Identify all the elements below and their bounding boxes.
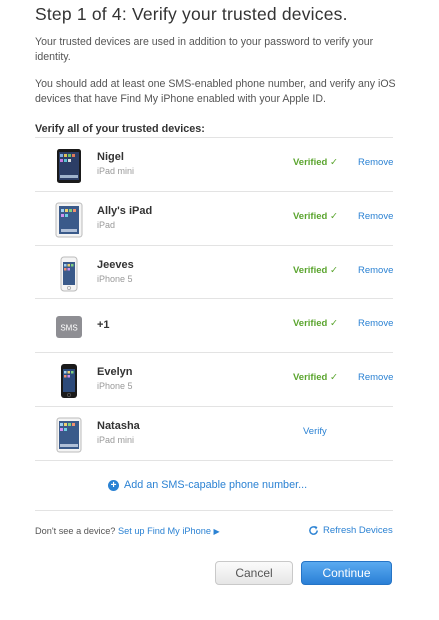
device-model: iPad mini	[97, 166, 135, 176]
device-name: Natasha	[97, 419, 140, 432]
devices-section-title: Verify all of your trusted devices:	[35, 123, 205, 135]
remove-link[interactable]: Remove	[358, 372, 393, 383]
refresh-label: Refresh Devices	[323, 525, 393, 536]
ipad-mini-white-icon	[55, 417, 83, 453]
device-model: iPad mini	[97, 434, 135, 445]
verified-status: Verified ✓	[293, 264, 338, 276]
device-row: SMS +1 Verified ✓ Remove	[35, 298, 393, 352]
intro-paragraph-2: You should add at least one SMS-enabled …	[35, 78, 396, 105]
footer-question-text: Don't see a device?	[35, 526, 116, 536]
intro-paragraph-1: Your trusted devices are used in additio…	[35, 36, 374, 63]
device-row: Ally's iPad iPad Verified ✓ Remove	[35, 190, 393, 245]
footer-divider	[35, 510, 393, 511]
device-row: Natasha iPad mini Verify	[35, 405, 393, 461]
remove-link[interactable]: Remove	[358, 318, 393, 329]
cancel-button[interactable]: Cancel	[215, 561, 293, 585]
verify-link[interactable]: Verify	[303, 426, 327, 437]
device-model: iPad	[97, 219, 116, 230]
triangle-right-icon: ▶	[213, 527, 220, 536]
device-row: Evelyn iPhone 5 Verified ✓ Remove	[35, 352, 393, 406]
iphone-black-icon	[55, 363, 83, 399]
device-name: Jeeves	[97, 258, 134, 271]
verified-status: Verified ✓	[293, 372, 338, 384]
svg-text:SMS: SMS	[60, 324, 77, 333]
sms-icon: SMS	[55, 309, 83, 345]
device-model: iPhone 5	[97, 273, 133, 284]
iphone-white-icon	[55, 256, 83, 292]
refresh-devices-link[interactable]: Refresh Devices	[308, 525, 393, 536]
device-row: Jeeves iPhone 5 Verified ✓ Remove	[35, 244, 393, 299]
device-name: Nigel	[97, 151, 124, 163]
device-name: Evelyn	[97, 366, 133, 379]
add-phone-link[interactable]: + Add an SMS-capable phone number...	[108, 479, 307, 491]
verified-status: Verified ✓	[293, 318, 338, 330]
footer-question: Don't see a device? Set up Find My iPhon…	[35, 526, 220, 536]
add-circle-icon: +	[108, 479, 119, 491]
ipad-white-icon	[55, 202, 83, 238]
device-name: Ally's iPad	[97, 204, 153, 217]
verified-status: Verified ✓	[293, 210, 338, 222]
refresh-icon	[309, 525, 318, 535]
device-name: +1	[97, 319, 110, 332]
setup-find-my-iphone-link[interactable]: Set up Find My iPhone	[118, 526, 211, 536]
remove-link[interactable]: Remove	[358, 265, 393, 276]
device-row: Nigel iPad mini Verified ✓ Remove	[35, 137, 393, 191]
continue-button[interactable]: Continue	[301, 561, 392, 585]
add-phone-label: Add an SMS-capable phone number...	[124, 479, 308, 491]
remove-link[interactable]: Remove	[358, 211, 393, 222]
ipad-mini-black-icon	[55, 148, 83, 184]
page-title: Step 1 of 4: Verify your trusted devices…	[35, 4, 348, 24]
device-model: iPhone 5	[97, 381, 133, 392]
verified-status: Verified ✓	[293, 157, 338, 168]
device-list: Nigel iPad mini Verified ✓ Remove Ally's…	[35, 137, 393, 461]
remove-link[interactable]: Remove	[358, 157, 393, 168]
